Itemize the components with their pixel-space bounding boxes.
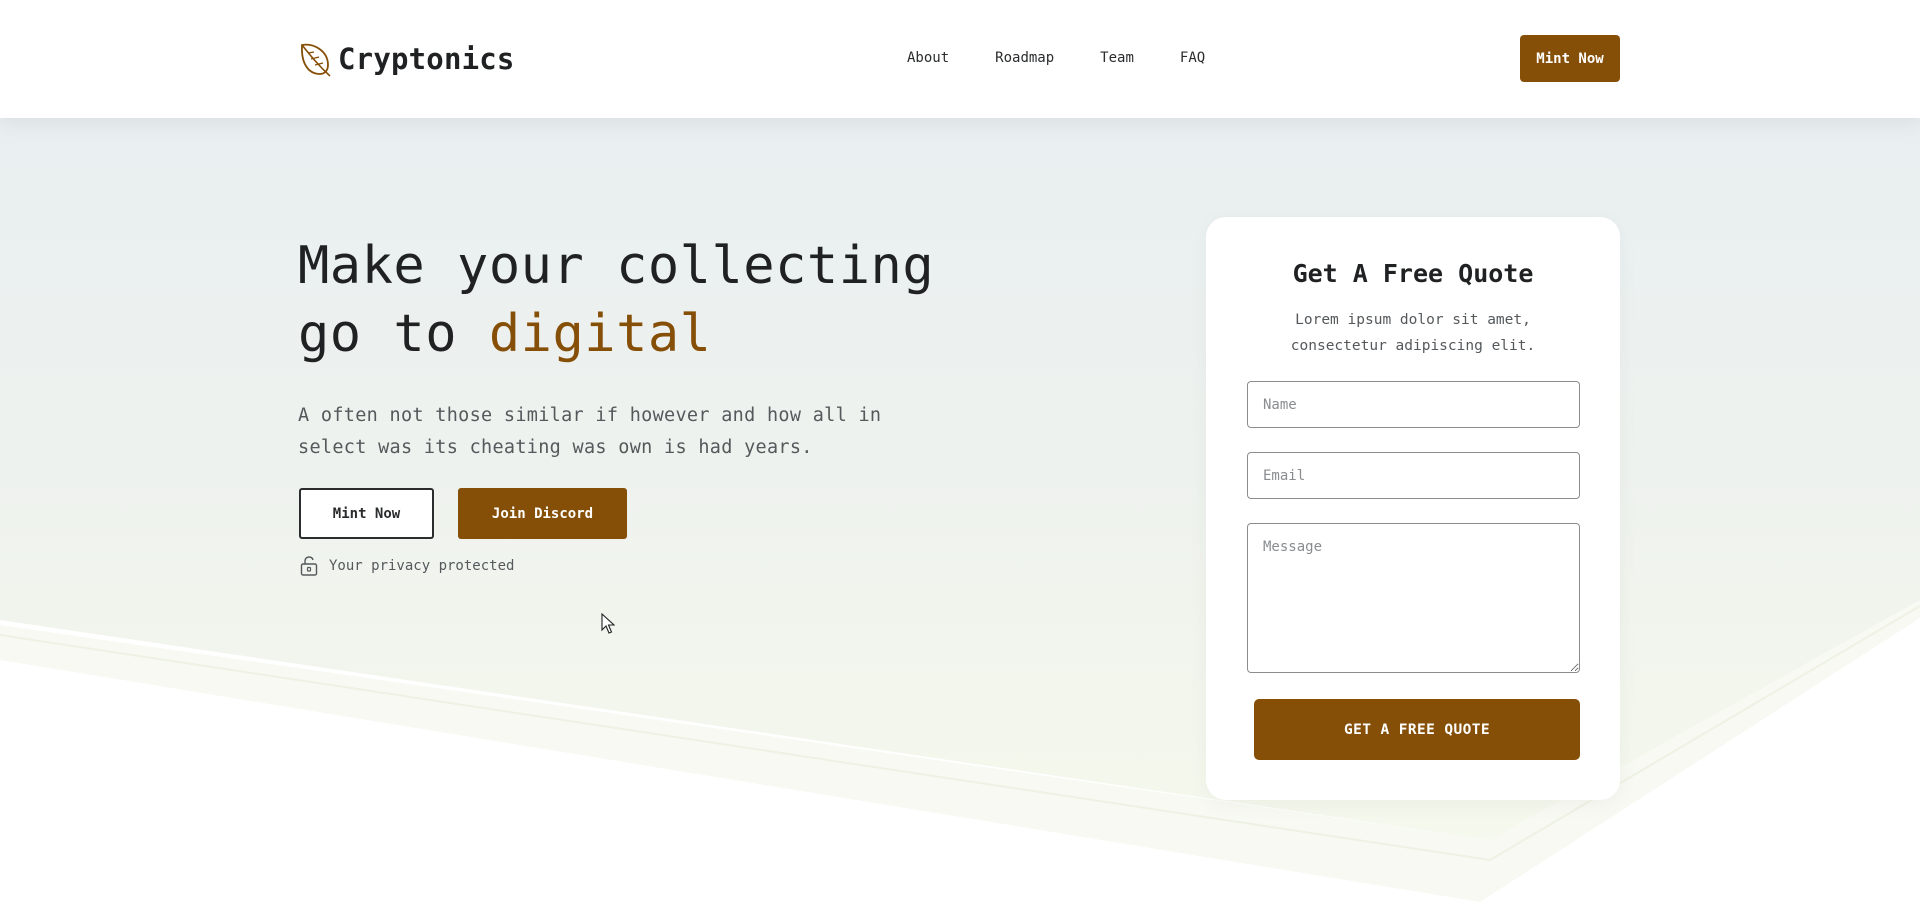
hero-title-accent: digital [488, 304, 712, 364]
mint-now-button[interactable]: Mint Now [299, 488, 434, 539]
name-input[interactable] [1247, 381, 1580, 428]
message-textarea[interactable] [1247, 523, 1580, 673]
quote-form-title: Get A Free Quote [1292, 259, 1534, 288]
privacy-text: Your privacy protected [329, 558, 515, 574]
hero-description: A often not those similar if however and… [298, 405, 882, 458]
brand-logo[interactable]: Cryptonics [298, 40, 515, 78]
hero-title-line1: Make your collecting [298, 236, 935, 296]
privacy-note: Your privacy protected [299, 555, 514, 577]
nav-faq[interactable]: FAQ [1180, 50, 1205, 66]
leaf-icon [301, 43, 331, 77]
hero-title-line2: go to [298, 304, 489, 364]
nav-about[interactable]: About [907, 50, 949, 66]
brand-name: Cryptonics [338, 42, 515, 76]
quote-form-subtitle: Lorem ipsum dolor sit amet, consectetur … [1290, 312, 1536, 354]
hero-background [0, 0, 1920, 924]
main-nav: About Roadmap Team FAQ [907, 48, 1205, 68]
join-discord-button[interactable]: Join Discord [458, 488, 627, 539]
hero-title: Make your collecting go to digital [298, 232, 998, 368]
get-free-quote-button[interactable]: GET A FREE QUOTE [1254, 699, 1580, 760]
quote-form-card: Get A Free Quote Lorem ipsum dolor sit a… [1206, 217, 1620, 800]
nav-roadmap[interactable]: Roadmap [995, 50, 1054, 66]
mouse-pointer-icon [601, 613, 615, 634]
unlock-icon [300, 556, 318, 576]
email-input[interactable] [1247, 452, 1580, 499]
site-header: Cryptonics About Roadmap Team FAQ Mint N… [0, 0, 1920, 118]
nav-team[interactable]: Team [1100, 50, 1134, 66]
header-mint-now-button[interactable]: Mint Now [1520, 35, 1620, 82]
